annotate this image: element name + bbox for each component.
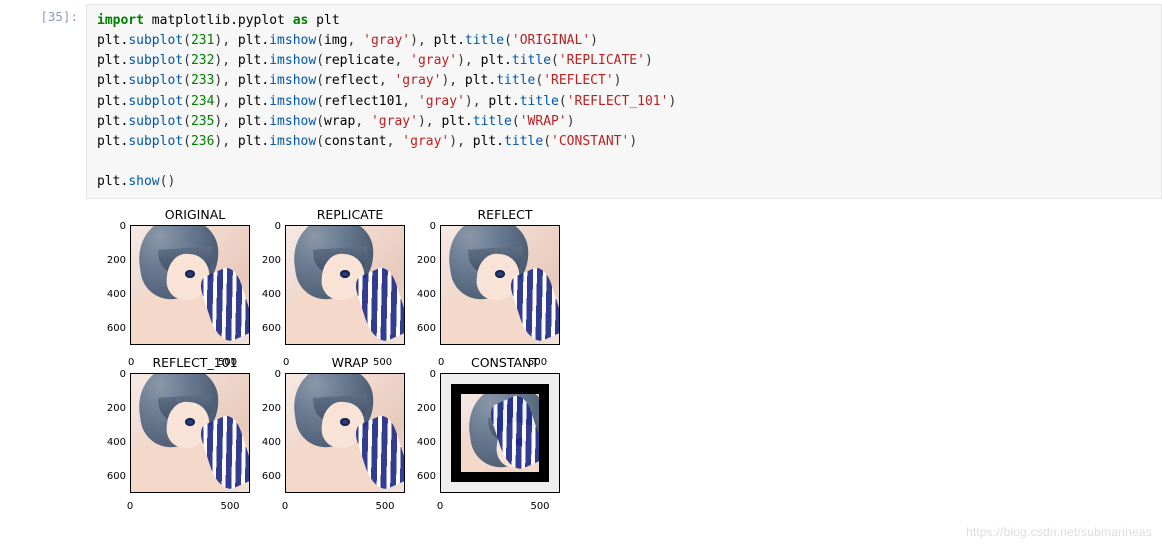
axes xyxy=(285,373,405,493)
ytick: 400 xyxy=(400,290,436,300)
input-prompt: [35]: xyxy=(0,4,86,24)
ytick: 0 xyxy=(245,370,281,380)
subplot-title: CONSTANT xyxy=(440,355,570,370)
image-content xyxy=(451,384,549,482)
axes xyxy=(130,373,250,493)
image-content xyxy=(131,226,249,344)
image-content xyxy=(286,374,404,492)
xtick: 0 xyxy=(282,502,288,512)
subplot-title: WRAP xyxy=(285,355,415,370)
subplot-title: REFLECT_101 xyxy=(130,355,260,370)
ytick: 200 xyxy=(400,404,436,414)
ytick: 600 xyxy=(90,472,126,482)
xtick: 500 xyxy=(375,502,394,512)
image-content xyxy=(441,226,559,344)
ytick: 200 xyxy=(90,256,126,266)
axes xyxy=(285,225,405,345)
xtick: 0 xyxy=(127,502,133,512)
axes xyxy=(440,225,560,345)
watermark: https://blog.csdn.net/submarineas xyxy=(966,525,1152,539)
ytick: 0 xyxy=(245,222,281,232)
ytick: 400 xyxy=(245,290,281,300)
axes xyxy=(130,225,250,345)
output-area: ORIGINAL 0 200 400 600 REPLICATE 0 200 4… xyxy=(0,199,1162,527)
ytick: 200 xyxy=(245,404,281,414)
code-cell: [35]: import matplotlib.pyplot as plt pl… xyxy=(0,0,1162,199)
xtick-overlay: 500 xyxy=(528,358,547,368)
axes xyxy=(440,373,560,493)
subplot-title: ORIGINAL xyxy=(130,207,260,222)
xtick: 500 xyxy=(530,502,549,512)
ytick: 600 xyxy=(245,472,281,482)
matplotlib-figure: ORIGINAL 0 200 400 600 REPLICATE 0 200 4… xyxy=(90,207,640,527)
subplot-replicate: REPLICATE 0 200 400 600 xyxy=(245,207,415,362)
keyword-import: import xyxy=(97,13,144,28)
subplot-reflect: REFLECT 0 200 400 600 xyxy=(400,207,570,362)
ytick: 200 xyxy=(90,404,126,414)
subplot-title: REPLICATE xyxy=(285,207,415,222)
subplot-constant: 0 CONSTANT 500 0 200 400 600 0 500 xyxy=(400,355,570,510)
ytick: 400 xyxy=(90,438,126,448)
ytick: 600 xyxy=(400,324,436,334)
ytick: 400 xyxy=(90,290,126,300)
ytick: 600 xyxy=(90,324,126,334)
ytick: 0 xyxy=(90,370,126,380)
xtick: 0 xyxy=(437,502,443,512)
subplot-original: ORIGINAL 0 200 400 600 xyxy=(90,207,260,362)
ytick: 400 xyxy=(245,438,281,448)
ytick: 200 xyxy=(400,256,436,266)
xtick-overlay: 500 xyxy=(218,358,237,368)
code-input[interactable]: import matplotlib.pyplot as plt plt.subp… xyxy=(86,4,1162,199)
image-content xyxy=(131,374,249,492)
subplot-reflect101: 0 REFLECT_101 500 0 200 400 600 0 500 xyxy=(90,355,260,510)
module-name: matplotlib.pyplot xyxy=(152,13,285,28)
ytick: 0 xyxy=(90,222,126,232)
alias: plt xyxy=(316,13,339,28)
xtick-overlay: 500 xyxy=(373,358,392,368)
subplot-wrap: 0 WRAP 500 0 200 400 600 0 500 xyxy=(245,355,415,510)
keyword-as: as xyxy=(293,13,309,28)
ytick: 200 xyxy=(245,256,281,266)
ytick: 0 xyxy=(400,370,436,380)
ytick: 600 xyxy=(245,324,281,334)
image-content xyxy=(286,226,404,344)
ytick: 400 xyxy=(400,438,436,448)
xtick: 500 xyxy=(220,502,239,512)
ytick: 0 xyxy=(400,222,436,232)
ytick: 600 xyxy=(400,472,436,482)
subplot-title: REFLECT xyxy=(440,207,570,222)
